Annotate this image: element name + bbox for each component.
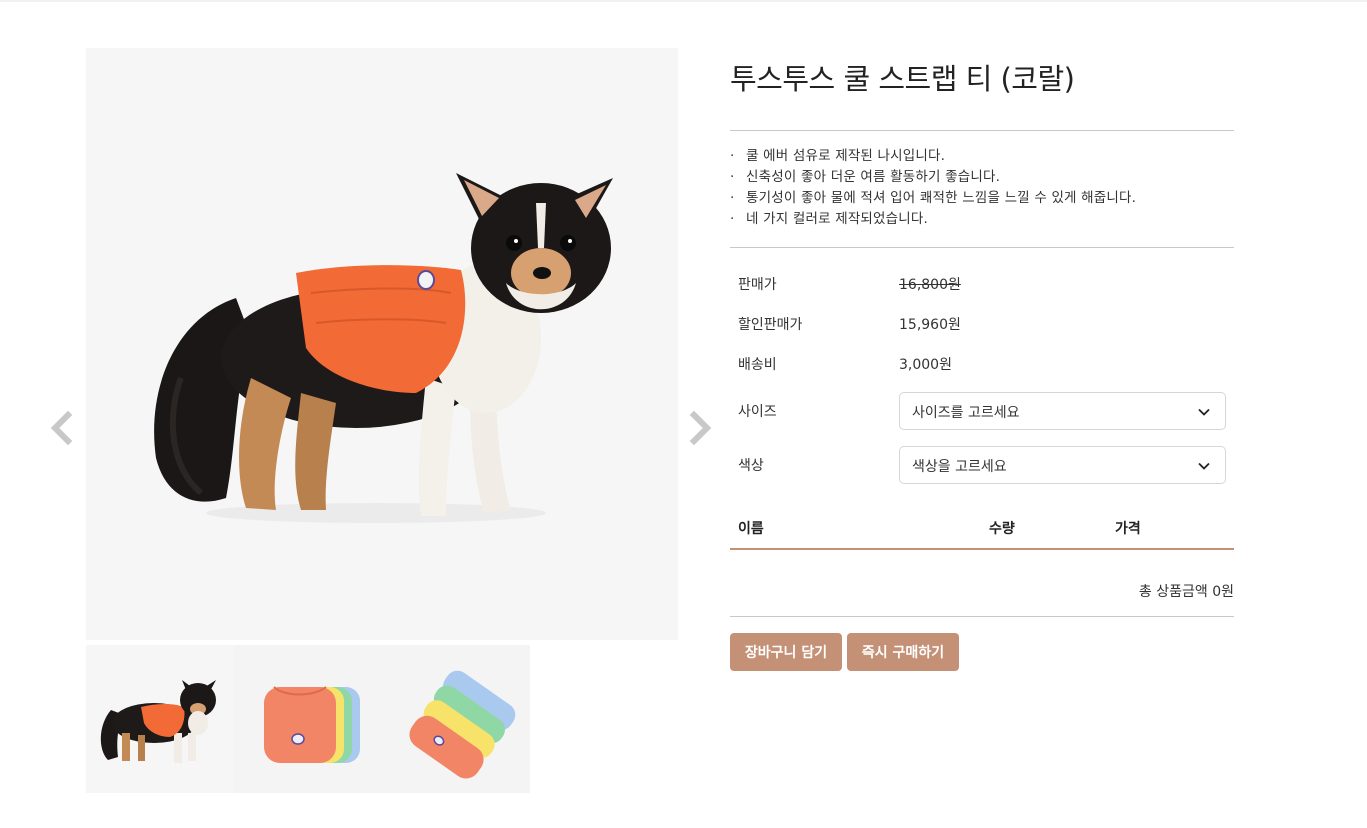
thumbnail-strip [86, 645, 530, 793]
shirts-stack-thumbnail-image [234, 645, 382, 793]
chevron-down-icon [1198, 408, 1210, 416]
description-line: 쿨 에버 섬유로 제작된 나시입니다. [730, 146, 1234, 167]
shipping-value: 3,000원 [899, 357, 952, 373]
product-description: 쿨 에버 섬유로 제작된 나시입니다. 신축성이 좋아 더운 여름 활동하기 좋… [730, 146, 1234, 230]
thumbnail-shirts-stack[interactable] [234, 645, 382, 793]
dog-in-coral-shirt-photo [86, 48, 678, 640]
dog-thumbnail-image [86, 645, 234, 793]
shipping-label: 배송비 [738, 357, 777, 373]
size-select[interactable]: 사이즈를 고르세요 [899, 392, 1226, 430]
description-line: 신축성이 좋아 더운 여름 활동하기 좋습니다. [730, 167, 1234, 188]
chevron-right-icon [689, 411, 712, 445]
next-image-button[interactable] [686, 408, 716, 448]
description-line: 통기성이 좋아 물에 적셔 입어 쾌적한 느낌을 느낄 수 있게 해줍니다. [730, 188, 1234, 209]
top-divider [0, 0, 1367, 2]
color-select-value: 색상을 고르세요 [912, 459, 1007, 475]
list-price-value: 16,800원 [899, 277, 961, 293]
color-select[interactable]: 색상을 고르세요 [899, 446, 1226, 484]
size-label: 사이즈 [738, 404, 777, 420]
chevron-down-icon [1198, 462, 1210, 470]
table-header-price: 가격 [1115, 521, 1141, 537]
sale-price-label: 할인판매가 [738, 317, 803, 333]
total-amount: 총 상품금액 0원 [1138, 584, 1234, 600]
sale-price-value: 15,960원 [899, 317, 961, 333]
table-header-name: 이름 [738, 521, 764, 537]
thumbnail-dog[interactable] [86, 645, 234, 793]
product-title: 투스투스 쿨 스트랩 티 (코랄) [730, 62, 1075, 96]
table-header-quantity: 수량 [989, 521, 1015, 537]
color-label: 색상 [738, 458, 764, 474]
main-product-image [86, 48, 678, 640]
description-line: 네 가지 컬러로 제작되었습니다. [730, 209, 1234, 230]
size-select-value: 사이즈를 고르세요 [912, 405, 1020, 421]
divider [730, 616, 1234, 617]
table-header-underline [730, 548, 1234, 550]
add-to-cart-button[interactable]: 장바구니 담기 [730, 633, 842, 671]
divider [730, 130, 1234, 131]
divider [730, 247, 1234, 248]
buy-now-button[interactable]: 즉시 구매하기 [847, 633, 959, 671]
prev-image-button[interactable] [46, 408, 76, 448]
shirts-fanned-thumbnail-image [382, 645, 530, 793]
list-price-label: 판매가 [738, 277, 777, 293]
thumbnail-shirts-fanned[interactable] [382, 645, 530, 793]
chevron-left-icon [50, 411, 73, 445]
